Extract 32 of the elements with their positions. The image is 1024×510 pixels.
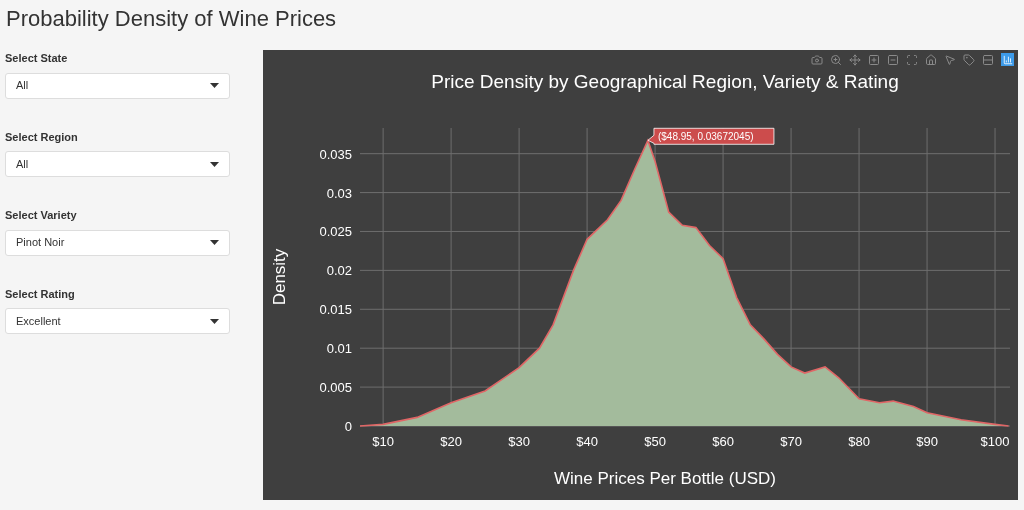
x-axis-title: Wine Prices Per Bottle (USD) xyxy=(554,469,776,488)
y-tick-label: 0.015 xyxy=(319,302,352,318)
page-title: Probability Density of Wine Prices xyxy=(5,5,338,33)
x-tick-label: $10 xyxy=(372,434,394,449)
x-tick-label: $60 xyxy=(712,434,734,449)
select-dropdown[interactable]: Excellent xyxy=(5,308,230,334)
y-tick-label: 0 xyxy=(344,419,352,434)
x-tick-label: $80 xyxy=(848,434,870,449)
filter-label: Select Rating xyxy=(5,286,76,302)
select-dropdown[interactable]: Pinot Noir xyxy=(5,229,230,256)
x-tick-label: $40 xyxy=(576,434,598,449)
filter-label: Select State xyxy=(5,51,69,66)
y-tick-label: 0.02 xyxy=(326,263,352,279)
annotation: ($48.95, 0.03672045) xyxy=(657,131,754,143)
x-tick-label: $30 xyxy=(508,434,530,449)
y-axis-title: Density xyxy=(270,248,289,306)
filter-label: Select Variety xyxy=(5,208,78,223)
x-tick-label: $50 xyxy=(644,434,666,449)
select-dropdown[interactable]: All xyxy=(5,72,230,99)
chart-title: Price Density by Geographical Region, Variety & Rating xyxy=(431,71,899,92)
y-tick-label: 0.005 xyxy=(319,380,352,396)
x-tick-label: $70 xyxy=(780,434,802,449)
y-tick-label: 0.01 xyxy=(326,341,352,357)
x-tick-label: $100 xyxy=(980,434,1010,449)
x-tick-label: $90 xyxy=(916,434,938,449)
select-dropdown[interactable]: All xyxy=(5,151,230,177)
x-tick-label: $20 xyxy=(440,434,462,449)
y-tick-label: 0.03 xyxy=(326,185,352,201)
y-tick-label: 0.035 xyxy=(319,146,352,162)
y-tick-label: 0.025 xyxy=(319,224,352,240)
filter-label: Select Region xyxy=(5,129,79,145)
hover-tooltip: ($48.95, 0.03672045) xyxy=(647,127,775,145)
